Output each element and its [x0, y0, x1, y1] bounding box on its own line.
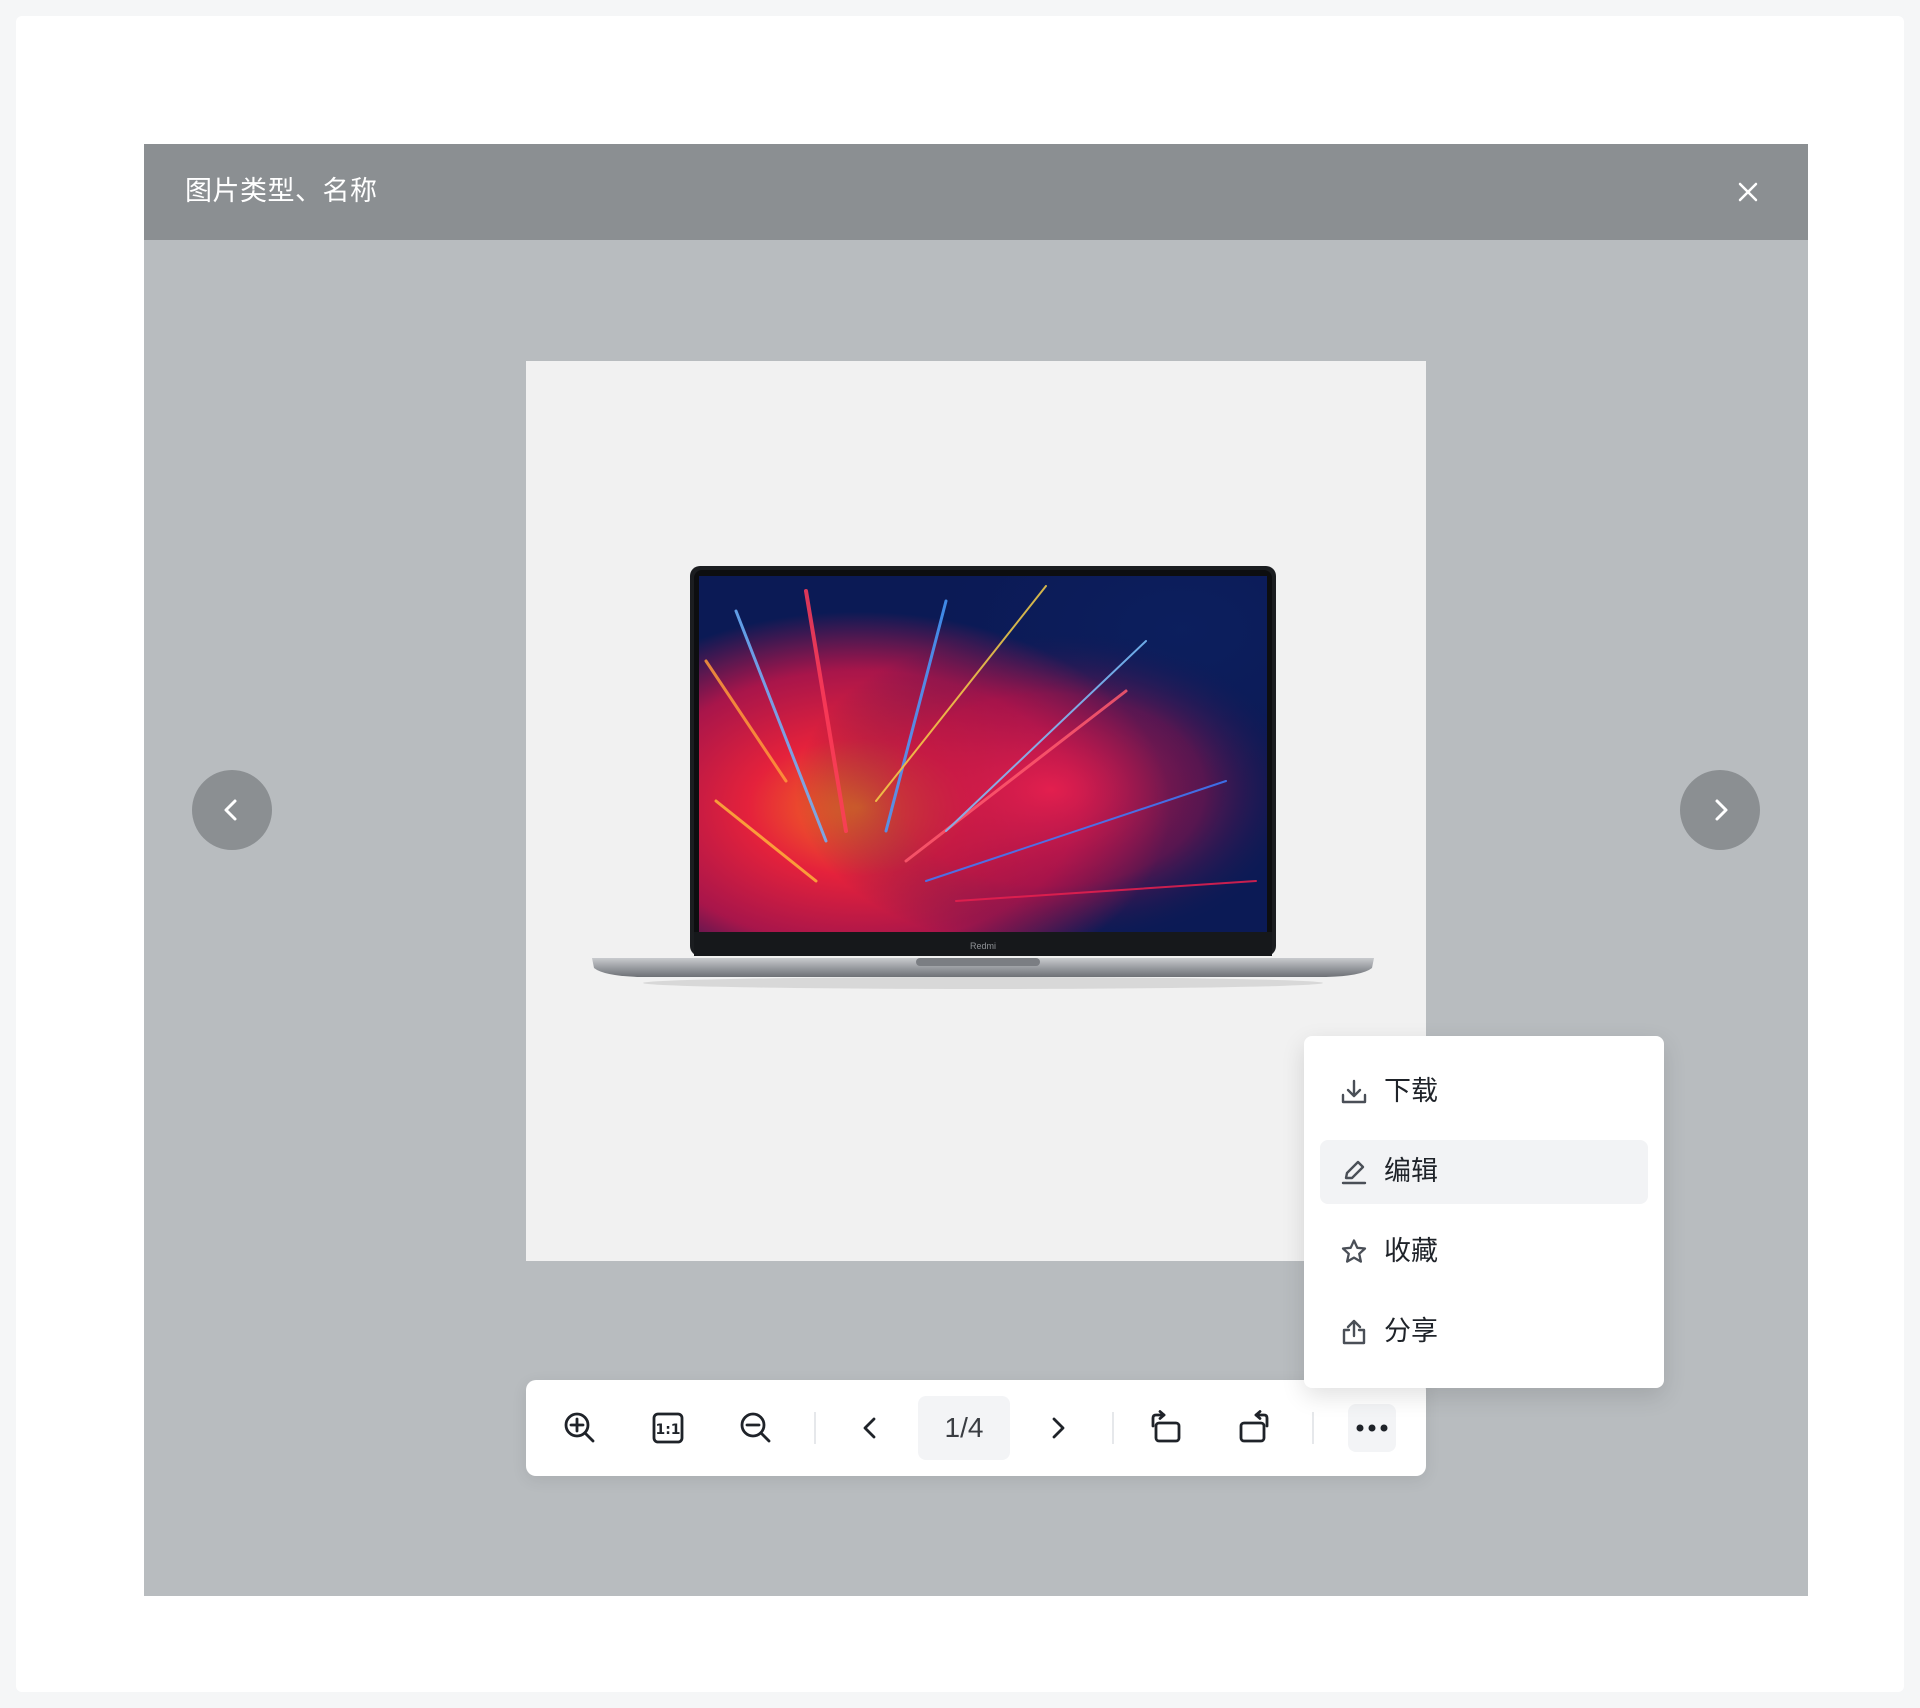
previous-page-button[interactable] — [842, 1400, 898, 1456]
chevron-right-icon — [1052, 1417, 1065, 1439]
dialog-header: 图片类型、名称 — [144, 144, 1808, 240]
toolbar-divider — [814, 1412, 816, 1444]
brand-logo-text: Redmi — [970, 941, 996, 951]
more-icon — [1356, 1424, 1388, 1432]
laptop-illustration: Redmi — [592, 566, 1374, 989]
rotate-right-button[interactable] — [1226, 1400, 1282, 1456]
edit-icon — [1338, 1156, 1370, 1188]
zoom-out-button[interactable] — [728, 1400, 784, 1456]
next-image-button[interactable] — [1680, 770, 1760, 850]
menu-item-download[interactable]: 下载 — [1320, 1060, 1648, 1124]
chevron-right-icon — [1715, 799, 1728, 821]
menu-item-edit[interactable]: 编辑 — [1320, 1140, 1648, 1204]
chevron-left-icon — [224, 799, 237, 821]
zoom-out-icon — [740, 1412, 771, 1443]
menu-item-share[interactable]: 分享 — [1320, 1300, 1648, 1364]
previous-image-button[interactable] — [192, 770, 272, 850]
rotate-right-icon — [1239, 1410, 1269, 1443]
zoom-in-button[interactable] — [552, 1400, 608, 1456]
preview-image: Redmi — [526, 361, 1426, 1261]
download-icon — [1338, 1076, 1370, 1108]
more-button[interactable] — [1348, 1404, 1396, 1452]
page-frame: 图片类型、名称 Redmi 1:1 1/4 下载 编辑 收藏 分享 — [16, 16, 1904, 1692]
menu-item-label: 下载 — [1384, 1076, 1438, 1107]
menu-item-favorite[interactable]: 收藏 — [1320, 1220, 1648, 1284]
zoom-in-icon — [564, 1412, 595, 1443]
dialog-title: 图片类型、名称 — [185, 176, 378, 207]
menu-item-label: 分享 — [1384, 1316, 1438, 1347]
page-counter: 1/4 — [918, 1396, 1010, 1460]
star-icon — [1338, 1236, 1370, 1268]
image-toolbar: 1:1 1/4 — [526, 1380, 1426, 1476]
toolbar-divider — [1312, 1412, 1314, 1444]
close-button[interactable] — [1728, 172, 1768, 212]
rotate-left-button[interactable] — [1138, 1400, 1194, 1456]
toolbar-divider — [1112, 1412, 1114, 1444]
actual-size-icon: 1:1 — [652, 1412, 684, 1444]
more-menu: 下载 编辑 收藏 分享 — [1304, 1036, 1664, 1388]
menu-item-label: 收藏 — [1384, 1236, 1438, 1267]
share-icon — [1338, 1316, 1370, 1348]
actual-size-button[interactable]: 1:1 — [640, 1400, 696, 1456]
close-icon — [1738, 182, 1758, 202]
next-page-button[interactable] — [1030, 1400, 1086, 1456]
chevron-left-icon — [863, 1417, 876, 1439]
actual-size-glyph: 1:1 — [655, 1422, 680, 1438]
rotate-left-icon — [1151, 1410, 1181, 1443]
menu-item-label: 编辑 — [1384, 1156, 1438, 1187]
